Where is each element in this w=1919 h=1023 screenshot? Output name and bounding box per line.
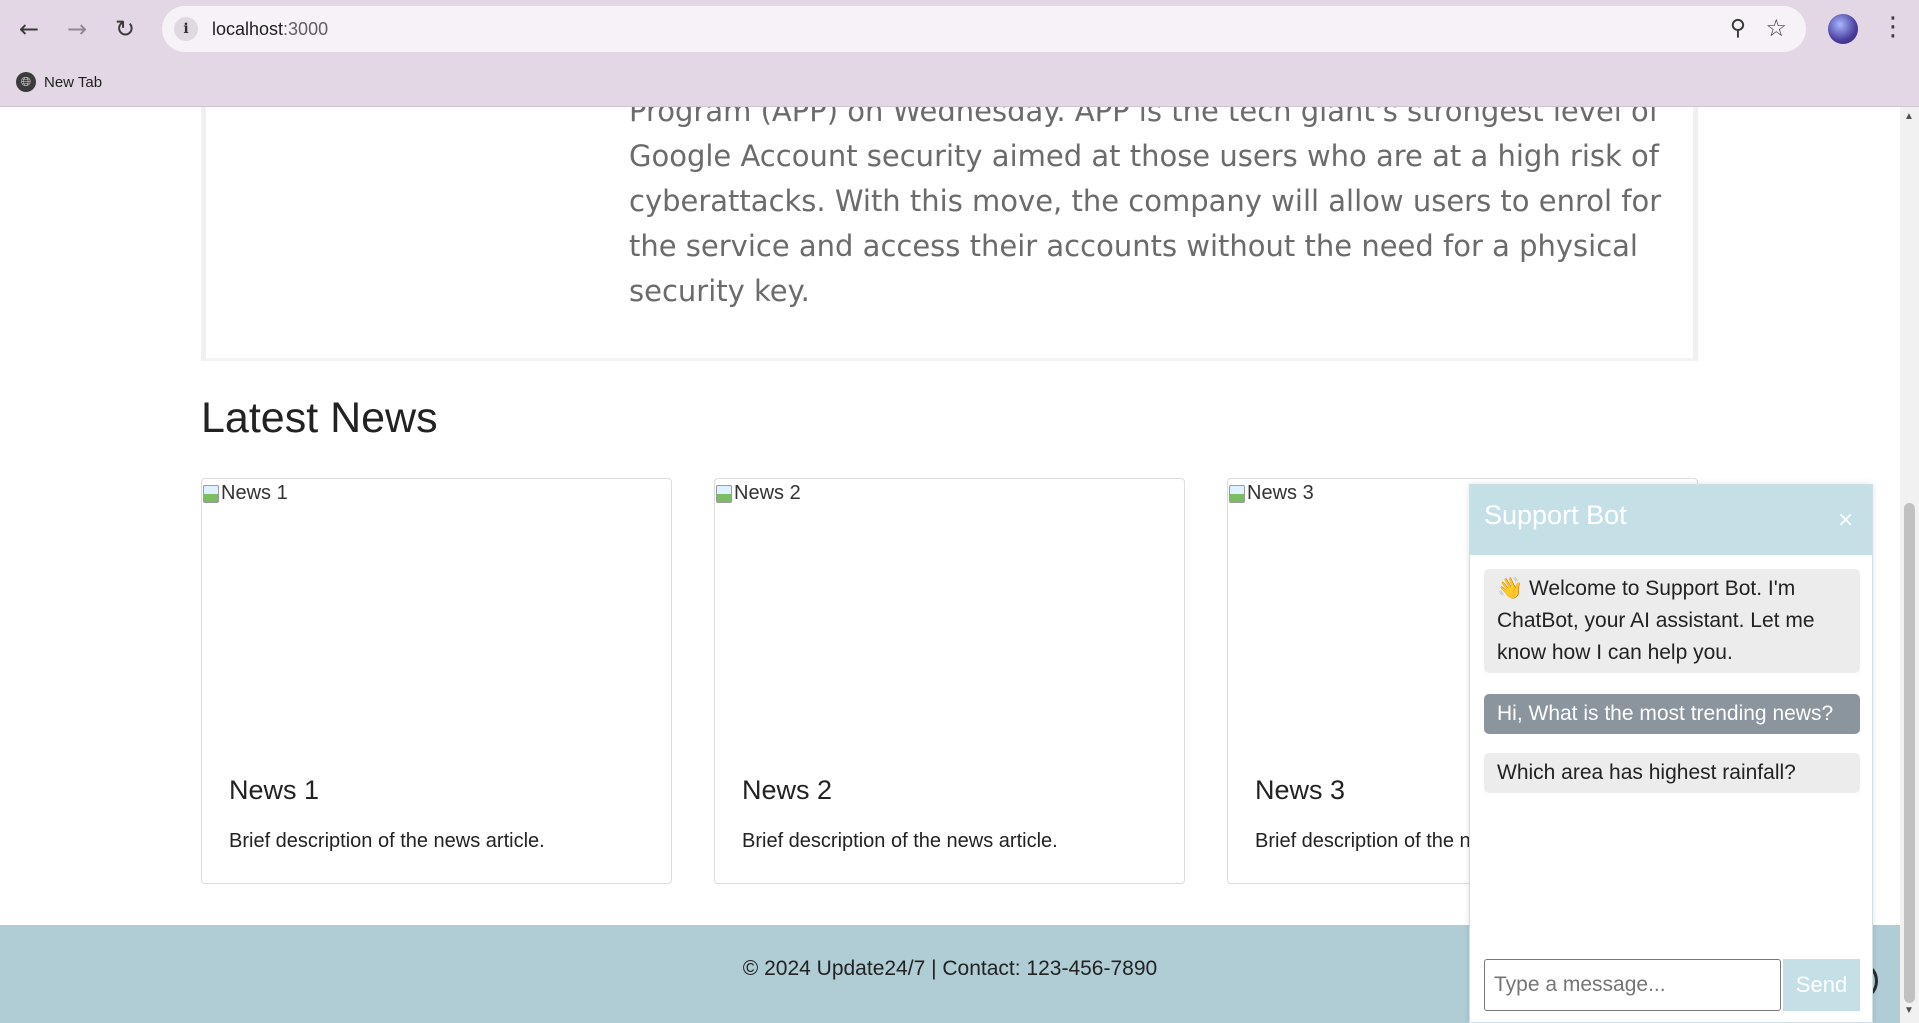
scroll-up-arrow-icon[interactable]: ▲ <box>1904 111 1914 122</box>
news-card-title: News 2 <box>742 775 833 805</box>
scrollbar-thumb[interactable] <box>1904 503 1915 1003</box>
broken-image-icon <box>1229 484 1245 503</box>
back-arrow-icon[interactable]: ← <box>12 12 46 46</box>
news-card-title: News 1 <box>229 775 320 805</box>
user-message: Hi, What is the most trending news? <box>1484 694 1860 734</box>
browser-toolbar: ← → ↻ i localhost:3000 ⚲ ☆ ⋮ <box>0 0 1919 58</box>
address-bar[interactable]: i localhost:3000 ⚲ ☆ <box>162 6 1806 52</box>
reload-icon[interactable]: ↻ <box>108 12 142 46</box>
article-body: Program (APP) on Wednesday. APP is the t… <box>629 107 1662 308</box>
news-image-alt: News 1 <box>221 482 288 504</box>
chat-title: Support Bot <box>1484 500 1627 530</box>
news-card-title: News 3 <box>1255 775 1346 805</box>
broken-image-icon <box>203 484 219 503</box>
news-image: News 2 <box>716 482 801 505</box>
bookmark-star-icon[interactable]: ☆ <box>1765 14 1787 42</box>
bookmarks-bar: 🌐︎ New Tab <box>0 58 1919 107</box>
browser-menu-icon[interactable]: ⋮ <box>1880 12 1906 46</box>
bookmark-label: New Tab <box>44 73 103 91</box>
latest-news-heading: Latest News <box>201 394 438 442</box>
news-image: News 1 <box>203 482 288 505</box>
news-card-description: Brief description of the news article. <box>742 830 1058 852</box>
chat-message-input[interactable] <box>1484 959 1781 1011</box>
news-card-description: Brief description of the news article. <box>229 830 545 852</box>
url-host: localhost <box>212 19 284 39</box>
location-pin-icon[interactable]: ⚲ <box>1730 16 1746 41</box>
forward-arrow-icon[interactable]: → <box>60 12 94 46</box>
url-port: :3000 <box>283 19 329 39</box>
news-image: News 3 <box>1229 482 1314 505</box>
bot-message: 👋 Welcome to Support Bot. I'm ChatBot, y… <box>1484 569 1860 673</box>
news-image-alt: News 2 <box>734 482 801 504</box>
article-container: Program (APP) on Wednesday. APP is the t… <box>201 107 1698 361</box>
bookmark-new-tab[interactable]: 🌐︎ New Tab <box>16 68 102 96</box>
send-button[interactable]: Send <box>1783 959 1860 1011</box>
chat-header: Support Bot × <box>1470 485 1872 555</box>
support-chat-widget: Support Bot × 👋 Welcome to Support Bot. … <box>1469 484 1873 1023</box>
bot-message: Which area has highest rainfall? <box>1484 753 1860 793</box>
scroll-down-arrow-icon[interactable]: ▼ <box>1904 1005 1914 1016</box>
news-image-alt: News 3 <box>1247 482 1314 504</box>
url-text[interactable]: localhost:3000 <box>212 19 328 40</box>
profile-avatar[interactable] <box>1828 14 1858 44</box>
close-icon[interactable]: × <box>1837 507 1854 531</box>
globe-icon: 🌐︎ <box>16 72 36 92</box>
site-info-icon[interactable]: i <box>174 17 198 41</box>
broken-image-icon <box>716 484 732 503</box>
page-scrollbar[interactable]: ▲ ▼ <box>1900 107 1919 1023</box>
news-card[interactable]: News 1 News 1 Brief description of the n… <box>201 478 672 884</box>
news-card[interactable]: News 2 News 2 Brief description of the n… <box>714 478 1185 884</box>
